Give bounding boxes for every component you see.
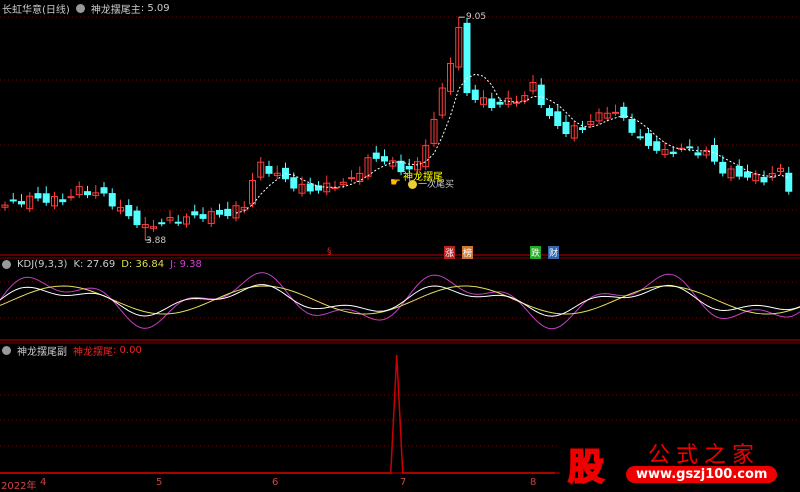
candle-body <box>372 152 380 159</box>
candle-body <box>579 127 586 130</box>
kdj-k: K: 27.69 <box>73 259 116 270</box>
candle-body <box>348 177 355 180</box>
x-month: 6 <box>272 477 279 488</box>
candle-body <box>18 201 25 205</box>
candle-body <box>174 221 182 224</box>
chart-canvas[interactable] <box>0 0 800 489</box>
low-label: 3.88 <box>146 236 167 246</box>
watermark-url: www.gszj100.com <box>626 466 778 483</box>
candle-body <box>719 161 727 174</box>
candle-body <box>628 118 636 133</box>
candle-body <box>381 156 388 162</box>
candle-body <box>653 141 661 151</box>
sub-name: 神龙摆尾副 <box>17 347 67 358</box>
candle-body <box>306 183 314 192</box>
high-label: 9.05 <box>466 12 487 22</box>
kdj-d: D: 36.84 <box>121 259 165 270</box>
candle-body <box>744 171 751 178</box>
candle-body <box>636 136 644 139</box>
candle-body <box>199 214 207 219</box>
x-month: 8 <box>530 477 537 488</box>
x-month: 7 <box>400 477 407 488</box>
marker-zhang[interactable]: 涨 <box>444 246 456 259</box>
signal-spike <box>0 354 555 474</box>
candle-body <box>59 199 67 203</box>
collapse-icon[interactable] <box>2 346 11 355</box>
candle-body <box>265 166 273 174</box>
watermark-logo: 股 <box>567 446 605 489</box>
main-header: 长虹华意(日线) 神龙摆尾主 : 5.09 <box>2 1 170 16</box>
candle-body <box>471 89 479 100</box>
candle-body <box>158 222 166 225</box>
candle-body <box>67 196 75 199</box>
x-month: 4 <box>40 477 47 488</box>
indicator-name: 神龙摆尾主 <box>90 5 141 16</box>
candle-body <box>100 187 108 194</box>
money-bag-icon <box>408 180 417 189</box>
candle-body <box>290 177 298 189</box>
collapse-icon[interactable] <box>75 4 85 13</box>
candle-body <box>669 151 677 155</box>
hand-icon: ☛ <box>390 175 401 189</box>
candle-body <box>735 165 743 177</box>
kdj-header: KDJ(9,3,3) K: 27.69 D: 36.84 J: 9.38 <box>2 259 202 270</box>
event-icon[interactable]: § <box>327 247 332 257</box>
candle-body <box>694 152 702 156</box>
candle-body <box>760 176 768 183</box>
candle-body <box>216 210 223 215</box>
candle-body <box>463 22 471 94</box>
candle-body <box>645 133 652 146</box>
stock-name: 长虹华意(日线) <box>2 5 70 16</box>
candle-body <box>224 208 232 217</box>
sub-header: 神龙摆尾副 神龙摆尾 : 0.00 <box>2 343 142 358</box>
collapse-icon[interactable] <box>2 260 11 269</box>
marker-die[interactable]: 跌 <box>530 246 542 259</box>
candle-body <box>554 111 562 126</box>
candle-body <box>133 210 141 226</box>
marker-cai[interactable]: 财 <box>548 246 560 259</box>
candle-body <box>496 101 504 105</box>
candle-body <box>785 172 793 192</box>
x-month: 5 <box>156 477 163 488</box>
candle-body <box>84 191 91 196</box>
candle-body <box>488 98 496 109</box>
kdj-j: J: 9.38 <box>170 259 202 270</box>
candle-body <box>125 205 133 217</box>
candle-body <box>108 193 116 207</box>
candle-body <box>34 193 42 199</box>
kdj-j-line <box>0 272 800 330</box>
buy-label: 一次尾买 <box>418 180 455 190</box>
marker-bang[interactable]: 榜 <box>462 246 474 259</box>
candle-body <box>42 193 50 203</box>
kdj-name: KDJ(9,3,3) <box>17 259 68 270</box>
candle-body <box>612 111 619 114</box>
x-year: 2022年 <box>1 481 37 492</box>
candle-body <box>686 146 694 149</box>
candle-body <box>191 211 199 216</box>
sub-series: 神龙摆尾 <box>73 347 113 358</box>
indicator-value: : 5.09 <box>140 3 170 14</box>
candle-body <box>9 199 17 202</box>
candle-body <box>537 84 545 106</box>
candle-body <box>562 121 570 135</box>
candle-body <box>546 108 553 117</box>
watermark: 股 公式之家 www.gszj100.com <box>560 436 800 489</box>
sub-value: : 0.00 <box>113 345 142 356</box>
watermark-title: 公式之家 <box>648 443 761 468</box>
